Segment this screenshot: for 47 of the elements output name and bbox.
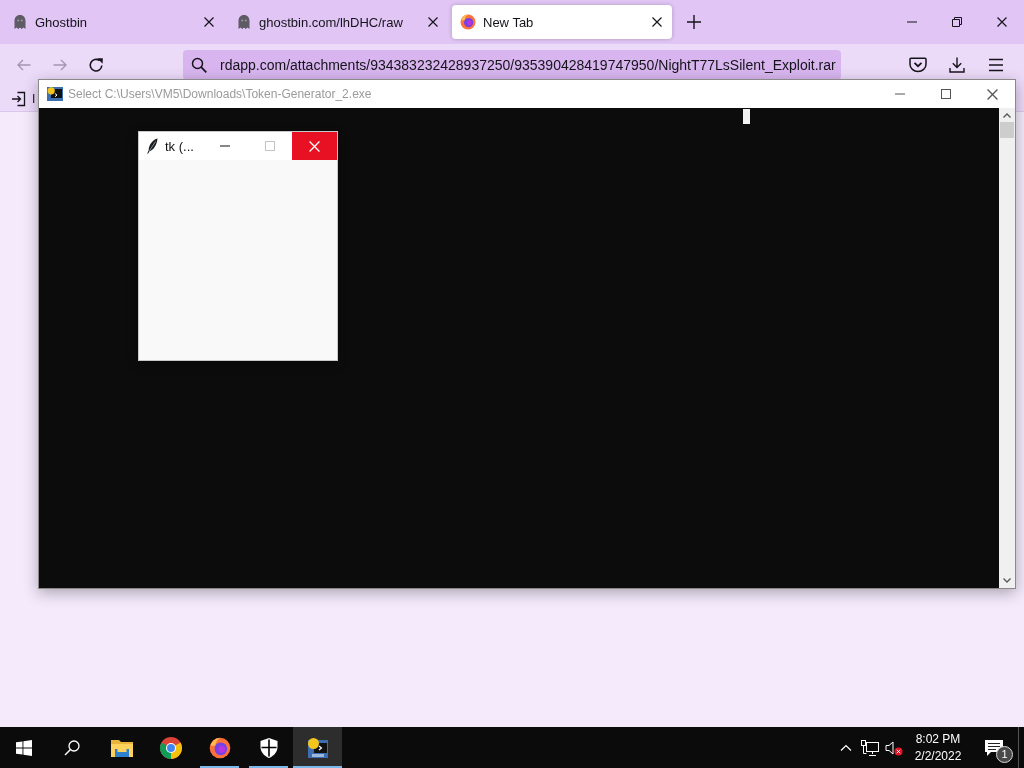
close-tab-icon[interactable]	[428, 17, 438, 27]
firefox-logo-icon	[208, 736, 231, 759]
close-tab-icon[interactable]	[204, 17, 214, 27]
address-bar[interactable]: rdapp.com/attachments/934383232428937250/935390428419747950/NightT77LsSilent_Exploit.rar	[183, 50, 841, 80]
ghost-icon	[236, 14, 252, 30]
download-icon[interactable]	[949, 57, 965, 73]
restore-icon[interactable]	[951, 17, 962, 27]
console-app-icon	[47, 86, 63, 102]
bookmark-label[interactable]: I	[32, 91, 36, 106]
close-tab-icon[interactable]	[652, 17, 662, 27]
window-title: Select C:\Users\VM5\Downloads\Token-Generator_2.exe	[68, 87, 373, 101]
scroll-up-icon[interactable]	[1003, 113, 1011, 118]
console-app-icon	[306, 736, 329, 759]
shield-icon	[259, 737, 278, 758]
clock-time[interactable]: 8:02 PM	[915, 730, 961, 748]
chrome-logo-icon	[159, 736, 182, 759]
notification-count: 1	[996, 746, 1013, 763]
clock-date[interactable]: 2/2/2022	[914, 747, 962, 765]
menu-icon[interactable]	[988, 58, 1004, 72]
search-icon	[191, 57, 207, 73]
taskbar-button[interactable]	[293, 727, 342, 768]
new-tab-plus-icon[interactable]	[687, 15, 701, 29]
sign-in-icon	[11, 90, 27, 107]
minimize-icon[interactable]	[906, 21, 917, 23]
chevron-up-icon[interactable]	[840, 744, 852, 751]
minimize-icon[interactable]	[219, 145, 230, 147]
folder-icon	[110, 738, 133, 757]
windows-start-icon[interactable]	[16, 739, 32, 756]
reload-icon[interactable]	[88, 57, 104, 73]
scrollbar-thumb[interactable]	[1000, 122, 1014, 138]
close-icon	[309, 140, 320, 152]
scroll-down-icon[interactable]	[1003, 578, 1011, 583]
firefox-logo-icon	[460, 14, 476, 30]
search-icon[interactable]	[64, 739, 80, 756]
browser-tab[interactable]: Ghostbin	[4, 5, 224, 39]
network-icon[interactable]	[861, 739, 879, 756]
scrollbar[interactable]	[999, 108, 1015, 588]
close-icon[interactable]	[996, 17, 1007, 27]
pocket-icon[interactable]	[909, 57, 927, 73]
ghost-icon	[12, 14, 28, 30]
browser-tab[interactable]: New Tab	[452, 5, 672, 39]
maximize-icon[interactable]	[941, 89, 951, 99]
feather-icon	[146, 138, 158, 154]
window-title: tk (...	[165, 138, 194, 154]
volume-icon[interactable]	[885, 739, 903, 756]
close-icon[interactable]	[986, 88, 998, 100]
browser-tab[interactable]: ghostbin.com/lhDHC/raw	[228, 5, 448, 39]
